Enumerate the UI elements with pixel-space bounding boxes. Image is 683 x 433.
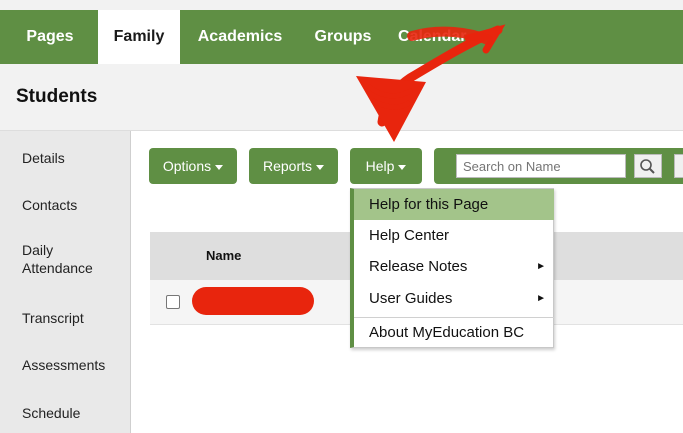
submenu-arrow-icon: ► <box>536 293 546 304</box>
tab-calendar[interactable]: Calendar <box>398 10 488 64</box>
top-nav-bar: Pages Family Academics Groups Calendar <box>0 10 683 64</box>
search-extra-button[interactable] <box>674 154 683 178</box>
tab-academics[interactable]: Academics <box>192 10 288 64</box>
menu-item-help-for-this-page[interactable]: Help for this Page <box>354 189 554 220</box>
tab-family[interactable]: Family <box>98 10 180 64</box>
menu-item-label: User Guides <box>369 290 453 307</box>
tab-groups[interactable]: Groups <box>308 10 378 64</box>
dropdown-caret-icon <box>316 164 325 170</box>
sidebar-item-daily-attendance[interactable]: Daily Attendance <box>22 241 102 277</box>
tab-pages[interactable]: Pages <box>14 10 86 64</box>
menu-item-about[interactable]: About MyEducation BC <box>354 317 554 348</box>
menu-item-user-guides[interactable]: User Guides ► <box>354 283 554 314</box>
sidebar: Details Contacts Daily Attendance Transc… <box>0 131 131 433</box>
dropdown-caret-icon <box>398 164 407 170</box>
row-checkbox[interactable] <box>166 295 180 309</box>
column-header-name[interactable]: Name <box>206 248 241 263</box>
options-button-label: Options <box>162 158 212 174</box>
redaction-mark <box>192 287 314 315</box>
sidebar-item-transcript[interactable]: Transcript <box>22 309 122 327</box>
options-button[interactable]: Options <box>149 148 237 184</box>
menu-item-release-notes[interactable]: Release Notes ► <box>354 251 554 282</box>
sidebar-item-schedule[interactable]: Schedule <box>22 404 122 422</box>
search-button[interactable] <box>634 154 662 178</box>
search-bar <box>434 148 683 184</box>
page-header: Students <box>0 64 683 131</box>
help-dropdown-menu: Help for this Page Help Center Release N… <box>350 188 554 348</box>
menu-item-help-center[interactable]: Help Center <box>354 220 554 251</box>
help-button-label: Help <box>365 158 395 174</box>
reports-button-label: Reports <box>262 158 313 174</box>
menu-item-label: Help Center <box>369 227 450 244</box>
sidebar-item-contacts[interactable]: Contacts <box>22 196 122 214</box>
sidebar-item-assessments[interactable]: Assessments <box>22 356 122 374</box>
menu-item-label: Release Notes <box>369 258 468 275</box>
page-title: Students <box>16 86 98 107</box>
search-icon <box>640 159 655 174</box>
reports-button[interactable]: Reports <box>249 148 338 184</box>
dropdown-caret-icon <box>215 164 224 170</box>
submenu-arrow-icon: ► <box>536 261 546 272</box>
search-input[interactable] <box>456 154 626 178</box>
help-button[interactable]: Help <box>350 148 422 184</box>
menu-item-label: Help for this Page <box>369 196 489 213</box>
top-strip <box>0 0 683 10</box>
sidebar-item-details[interactable]: Details <box>22 149 122 167</box>
menu-item-label: About MyEducation BC <box>369 324 525 341</box>
